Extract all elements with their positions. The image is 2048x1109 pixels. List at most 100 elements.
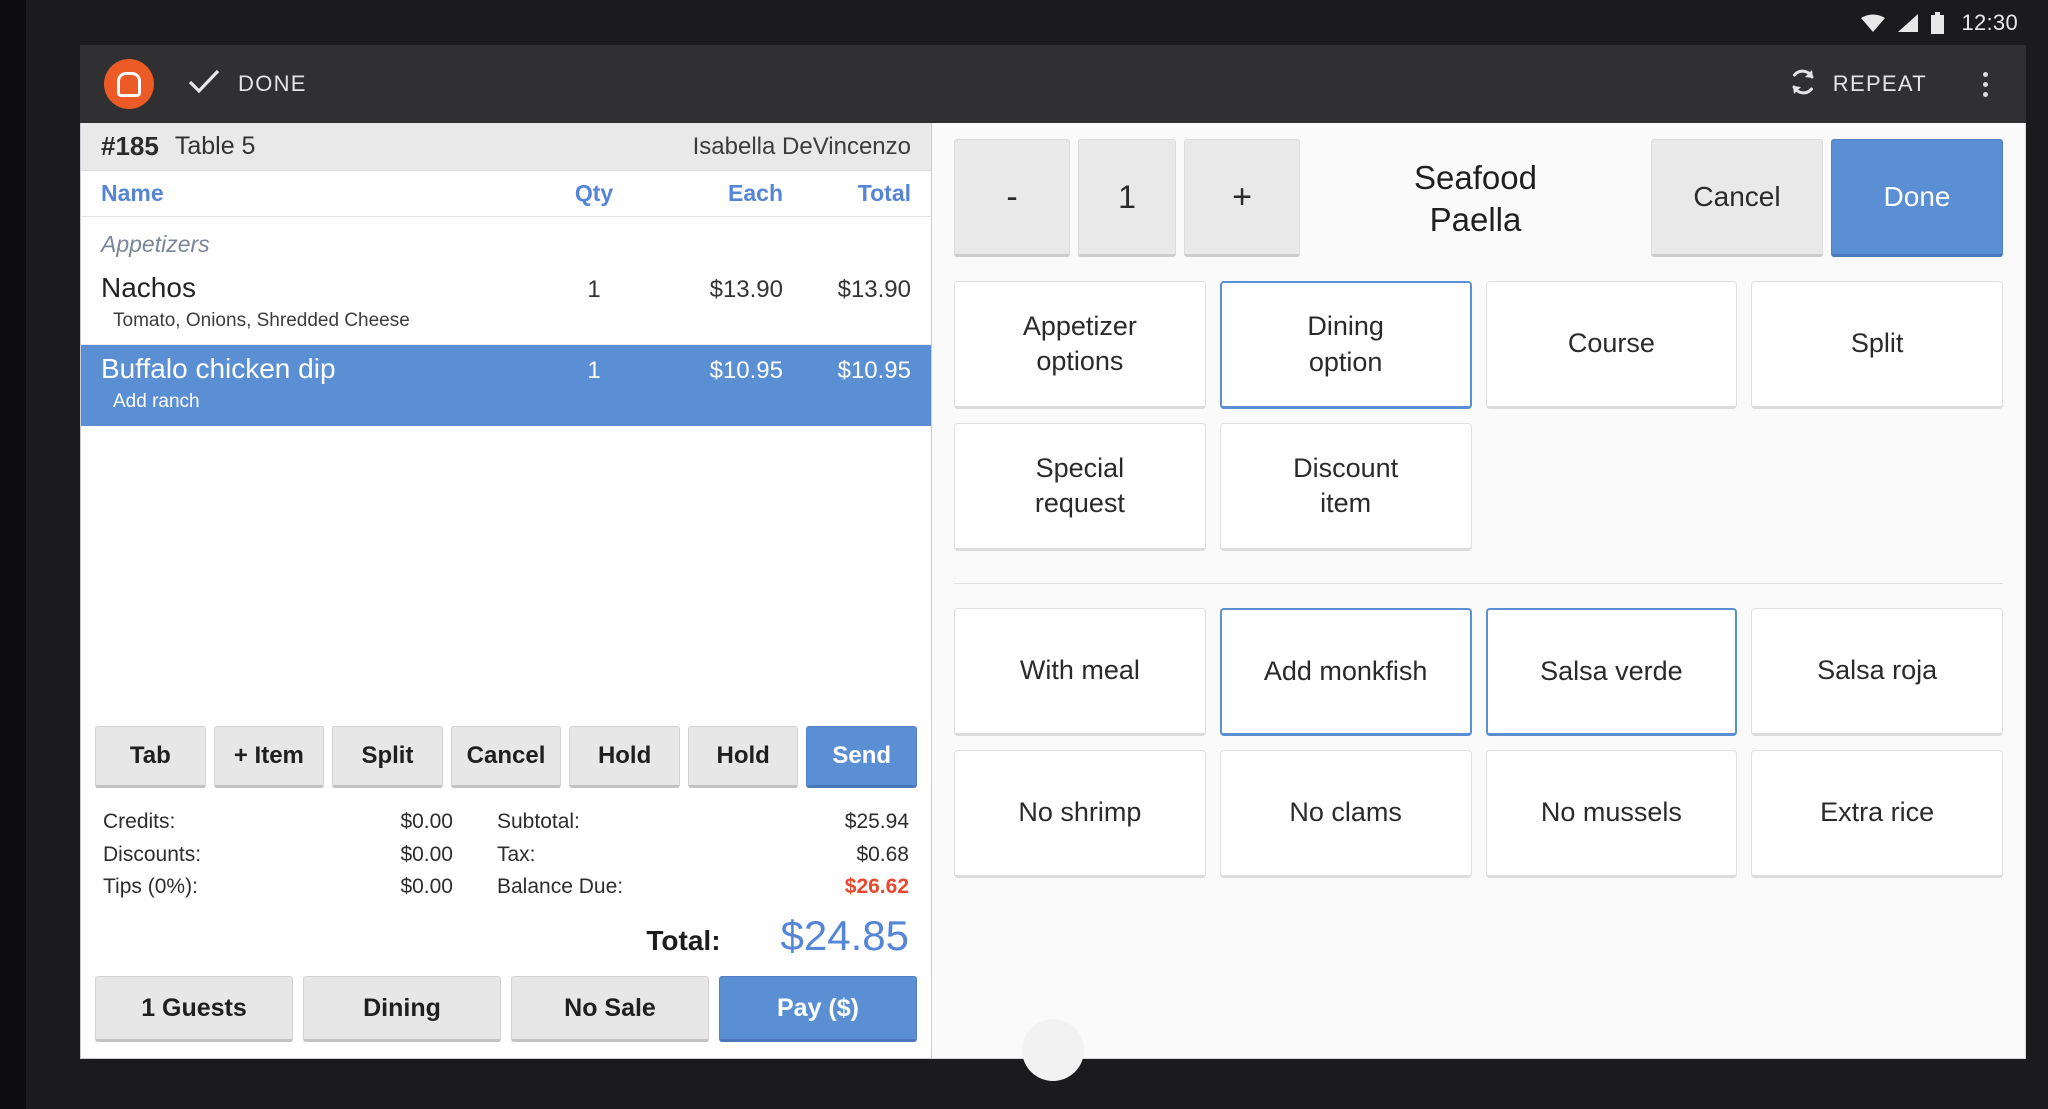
special-request-button[interactable]: Special request	[954, 423, 1206, 551]
cancel-button[interactable]: Cancel	[450, 726, 562, 789]
dining-option-button[interactable]: Dining option	[1219, 281, 1472, 409]
tab-button[interactable]: Tab	[95, 726, 206, 789]
repeat-label: REPEAT	[1832, 71, 1927, 96]
order-action-buttons: Tab + Item Split Cancel Hold Hold Send	[81, 716, 931, 800]
no-mussels-button[interactable]: No mussels	[1485, 750, 1738, 878]
tips-value: $0.00	[400, 875, 453, 899]
modifier-button-row-1: With meal Add monkfish Salsa verde Salsa…	[954, 608, 2003, 736]
totals-row-tips: Tips (0%): $0.00 Balance Due: $26.62	[103, 871, 909, 904]
modifier-button-section: With meal Add monkfish Salsa verde Salsa…	[954, 583, 2003, 910]
hold-button-1[interactable]: Hold	[569, 726, 680, 789]
appetizer-options-button[interactable]: Appetizer options	[954, 281, 1206, 409]
course-button[interactable]: Course	[1485, 281, 1738, 409]
extra-rice-button[interactable]: Extra rice	[1751, 750, 2003, 878]
grand-total-row: Total: $24.85	[81, 908, 931, 960]
option-button-section: Appetizer options Dining option Course S…	[954, 271, 2003, 583]
order-number: #185	[101, 131, 159, 161]
split-button[interactable]: Split	[332, 726, 443, 789]
decrement-quantity-button[interactable]: -	[954, 139, 1070, 257]
credits-label: Credits:	[103, 810, 176, 834]
send-button[interactable]: Send	[806, 726, 918, 789]
line-item-modifiers: Tomato, Onions, Shredded Cheese	[113, 310, 410, 331]
order-line-item-selected[interactable]: Buffalo chicken dip 1 $10.95 $10.95 Add …	[81, 345, 931, 426]
discounts-label: Discounts:	[103, 842, 202, 866]
no-shrimp-button[interactable]: No shrimp	[954, 750, 1206, 878]
repeat-icon	[1787, 66, 1819, 103]
dining-button[interactable]: Dining	[303, 976, 501, 1042]
selected-item-title: Seafood Paella	[1414, 159, 1537, 239]
line-item-name: Nachos	[101, 272, 196, 303]
cell-signal-icon	[1897, 13, 1919, 33]
hold-button-2[interactable]: Hold	[687, 726, 799, 789]
line-item-qty: 1	[587, 357, 601, 384]
tips-label: Tips (0%):	[103, 875, 198, 899]
android-status-bar: 12:30	[26, 0, 2048, 45]
discounts-value: $0.00	[400, 842, 453, 866]
tax-label: Tax:	[497, 842, 536, 866]
check-icon	[188, 69, 220, 100]
modifier-cancel-button[interactable]: Cancel	[1651, 139, 1823, 257]
column-header-qty: Qty	[574, 180, 614, 206]
order-header: #185 Table 5 Isabella DeVincenzo	[81, 123, 931, 171]
order-column-headers: Name Qty Each Total	[81, 171, 931, 217]
line-item-qty: 1	[587, 276, 601, 303]
guests-button[interactable]: 1 Guests	[95, 976, 293, 1042]
balance-due-label: Balance Due:	[497, 875, 624, 899]
option-button-row-1: Appetizer options Dining option Course S…	[954, 281, 2003, 409]
battery-icon	[1930, 11, 1945, 34]
with-meal-button[interactable]: With meal	[954, 608, 1206, 736]
no-sale-button[interactable]: No Sale	[511, 976, 709, 1042]
modifier-panel: - 1 + Seafood Paella Cancel Done Appetiz…	[932, 123, 2026, 1059]
line-item-modifiers: Add ranch	[113, 391, 200, 412]
status-clock: 12:30	[1961, 9, 2018, 35]
app-toolbar: DONE REPEAT	[80, 45, 2026, 123]
option-button-row-2: Special request Discount item	[954, 423, 2003, 551]
toolbar-done-label[interactable]: DONE	[238, 71, 307, 97]
clover-logo-icon[interactable]	[104, 59, 154, 109]
credits-value: $0.00	[400, 810, 453, 834]
repeat-button[interactable]: REPEAT	[1787, 66, 1927, 103]
no-clams-button[interactable]: No clams	[1219, 750, 1472, 878]
salsa-verde-button[interactable]: Salsa verde	[1485, 608, 1738, 736]
subtotal-value: $25.94	[844, 810, 909, 834]
quantity-bar: - 1 + Seafood Paella Cancel Done	[954, 139, 2003, 271]
home-button[interactable]	[1022, 1019, 1084, 1081]
subtotal-label: Subtotal:	[497, 810, 580, 834]
salsa-roja-button[interactable]: Salsa roja	[1751, 608, 2003, 736]
totals-row-credits: Credits: $0.00 Subtotal: $25.94	[103, 806, 909, 839]
order-totals: Credits: $0.00 Subtotal: $25.94 Discount…	[81, 800, 931, 908]
order-item-list: Appetizers Nachos 1 $13.90 $13.90 Tomato…	[81, 217, 931, 716]
split-option-button[interactable]: Split	[1751, 281, 2003, 409]
quantity-value: 1	[1078, 139, 1176, 257]
wifi-icon	[1860, 13, 1886, 33]
order-panel: #185 Table 5 Isabella DeVincenzo Name Qt…	[80, 123, 932, 1059]
line-item-name: Buffalo chicken dip	[101, 353, 336, 384]
pay-button[interactable]: Pay ($)	[719, 976, 917, 1042]
column-header-total: Total	[857, 180, 911, 206]
balance-due-value: $26.62	[844, 875, 909, 899]
order-server-name: Isabella DeVincenzo	[692, 132, 911, 160]
order-line-item[interactable]: Nachos 1 $13.90 $13.90 Tomato, Onions, S…	[81, 264, 931, 345]
order-footer-buttons: 1 Guests Dining No Sale Pay ($)	[81, 960, 931, 1058]
main-content: #185 Table 5 Isabella DeVincenzo Name Qt…	[80, 123, 2026, 1081]
order-table: Table 5	[174, 132, 256, 160]
modifier-button-row-2: No shrimp No clams No mussels Extra rice	[954, 750, 2003, 878]
column-header-name: Name	[101, 180, 164, 206]
order-group-label: Appetizers	[101, 231, 210, 257]
line-item-total: $10.95	[837, 357, 911, 384]
add-item-button[interactable]: + Item	[213, 726, 325, 789]
tax-value: $0.68	[856, 842, 909, 866]
overflow-menu-icon[interactable]	[1973, 66, 1998, 103]
line-item-each: $10.95	[709, 357, 783, 384]
totals-row-discounts: Discounts: $0.00 Tax: $0.68	[103, 839, 909, 872]
device-bezel: 12:30 DONE REPEAT #185 Table 5 Isabella …	[0, 0, 2048, 1109]
grand-total-label: Total:	[646, 925, 721, 956]
modifier-done-button[interactable]: Done	[1831, 139, 2003, 257]
line-item-each: $13.90	[709, 276, 783, 303]
add-monkfish-button[interactable]: Add monkfish	[1219, 608, 1472, 736]
increment-quantity-button[interactable]: +	[1184, 139, 1300, 257]
column-header-each: Each	[728, 180, 783, 206]
discount-item-button[interactable]: Discount item	[1219, 423, 1472, 551]
grand-total-value: $24.85	[780, 912, 909, 959]
tablet-screen: 12:30 DONE REPEAT #185 Table 5 Isabella …	[26, 0, 2048, 1109]
